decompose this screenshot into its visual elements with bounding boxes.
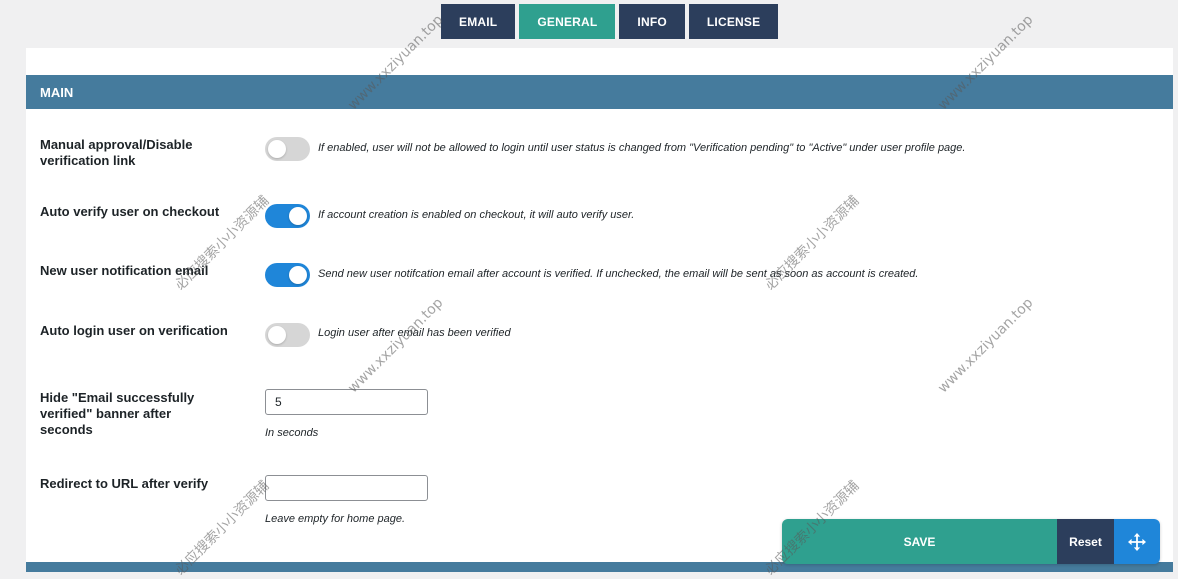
new-user-notification-label: New user notification email <box>40 263 209 278</box>
redirect-url-hint: Leave empty for home page. <box>265 513 406 525</box>
manual-approval-description: If enabled, user will not be allowed to … <box>318 142 966 154</box>
settings-tabs: EMAIL GENERAL INFO LICENSE <box>441 4 779 39</box>
hide-banner-seconds-input[interactable] <box>265 389 428 415</box>
redirect-url-input[interactable] <box>265 475 428 501</box>
hide-banner-label: Hide "Email successfully verified" banne… <box>40 390 195 437</box>
section-header-main: MAIN <box>26 75 1173 109</box>
move-arrows-icon-glyph <box>1128 532 1146 551</box>
section-title: MAIN <box>40 84 74 100</box>
auto-login-description: Login user after email has been verified <box>318 327 511 339</box>
move-arrows-icon[interactable] <box>1114 519 1160 564</box>
tab-general[interactable]: GENERAL <box>519 4 616 39</box>
save-button[interactable]: SAVE <box>782 519 1057 564</box>
auto-verify-description: If account creation is enabled on checko… <box>318 209 635 221</box>
save-toolbar: SAVE Reset <box>782 519 1160 564</box>
tab-license[interactable]: LICENSE <box>688 4 779 39</box>
auto-verify-label: Auto verify user on checkout <box>40 204 220 219</box>
manual-approval-toggle[interactable] <box>265 137 310 161</box>
toggle-knob <box>268 326 286 344</box>
reset-button[interactable]: Reset <box>1057 519 1114 564</box>
hide-banner-hint: In seconds <box>265 427 319 439</box>
tab-info[interactable]: INFO <box>619 4 685 39</box>
redirect-url-label: Redirect to URL after verify <box>40 476 209 491</box>
auto-verify-toggle[interactable] <box>265 204 310 228</box>
auto-login-label: Auto login user on verification <box>40 323 228 338</box>
auto-login-toggle[interactable] <box>265 323 310 347</box>
toggle-knob <box>289 266 307 284</box>
toggle-knob <box>289 207 307 225</box>
manual-approval-label: Manual approval/Disable verification lin… <box>40 137 193 168</box>
new-user-notification-toggle[interactable] <box>265 263 310 287</box>
toggle-knob <box>268 140 286 158</box>
tab-email[interactable]: EMAIL <box>441 4 516 39</box>
settings-panel: MAIN Manual approval/Disable verificatio… <box>26 48 1173 572</box>
new-user-notification-description: Send new user notifcation email after ac… <box>318 268 919 280</box>
